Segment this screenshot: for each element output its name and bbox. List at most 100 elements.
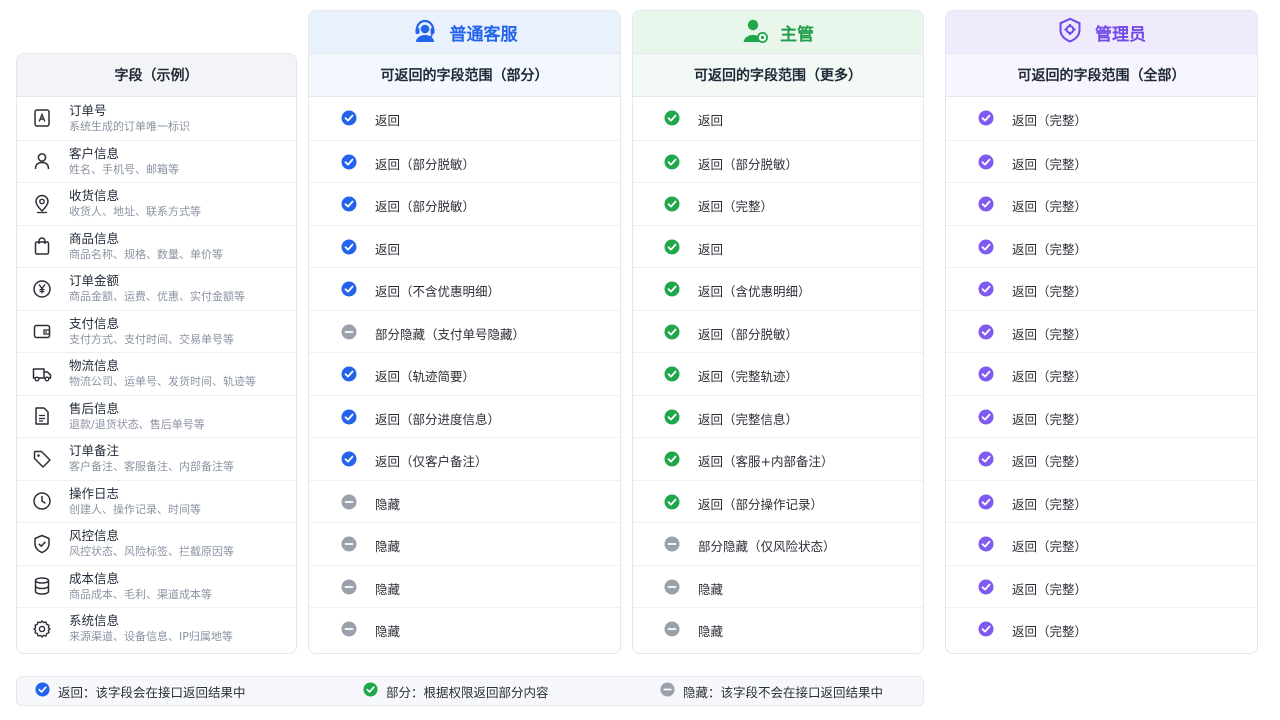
- permission-text: 返回（含优惠明细）: [698, 284, 811, 300]
- field-description: 收货人、地址、联系方式等: [69, 205, 201, 219]
- minus-circle-icon: [341, 579, 357, 595]
- wallet-icon: [31, 320, 53, 342]
- permission-row: 返回（完整）: [946, 479, 1257, 523]
- role-subtitle: 可返回的字段范围（部分）: [309, 54, 620, 97]
- permission-row: 隐藏: [633, 564, 923, 608]
- check-circle-icon: [978, 494, 994, 510]
- minus-circle-icon: [341, 494, 357, 510]
- minus-circle-icon: [341, 621, 357, 637]
- field-description: 创建人、操作记录、时间等: [69, 502, 201, 516]
- permission-row: 返回（完整）: [946, 182, 1257, 225]
- field-row: 商品信息 商品名称、规格、数量、单价等: [17, 224, 296, 268]
- minus-circle-icon: [341, 324, 357, 340]
- permission-text: 隐藏: [375, 581, 401, 597]
- check-circle-icon: [664, 154, 680, 170]
- permission-row: 返回（仅客户备注）: [309, 437, 620, 480]
- permission-row: 返回（完整）: [633, 182, 923, 225]
- permission-text: 返回（部分脱敏）: [698, 326, 799, 342]
- check-circle-icon: [978, 366, 994, 382]
- permission-text: 返回: [375, 113, 401, 129]
- supervisor-icon: [742, 17, 768, 47]
- permission-row: 返回（不含优惠明细）: [309, 267, 620, 310]
- blue-check-icon: [35, 682, 50, 700]
- field-description: 商品名称、规格、数量、单价等: [69, 247, 223, 261]
- permission-row: 隐藏: [309, 479, 620, 523]
- field-name: 订单备注: [69, 443, 120, 459]
- role-panel-supervisor: 主管 可返回的字段范围（更多） 返回 返回（部分脱敏） 返回（完整） 返回 返回（含优惠…: [632, 10, 924, 654]
- check-circle-icon: [341, 281, 357, 297]
- permission-text: 返回（部分进度信息）: [375, 411, 501, 427]
- permission-text: 返回（轨迹简要）: [375, 369, 476, 385]
- permission-text: 返回: [698, 113, 724, 129]
- minus-circle-icon: [341, 536, 357, 552]
- field-text: 支付信息 支付方式、支付时间、交易单号等: [69, 316, 234, 347]
- field-row: 物流信息 物流公司、运单号、发货时间、轨迹等: [17, 352, 296, 395]
- permission-row: 返回（部分脱敏）: [633, 139, 923, 183]
- permission-text: 返回（完整）: [1012, 369, 1088, 385]
- permission-row: 部分隐藏（支付单号隐藏）: [309, 309, 620, 353]
- check-circle-icon: [664, 196, 680, 212]
- permission-row: 返回（含优惠明细）: [633, 267, 923, 310]
- field-text: 订单金额 商品金额、运费、优惠、实付金额等: [69, 273, 245, 304]
- field-description: 退款/退货状态、售后单号等: [69, 417, 205, 431]
- gear-icon: [31, 618, 53, 640]
- role-header: 普通客服: [309, 11, 620, 54]
- permission-text: 隐藏: [375, 496, 401, 512]
- role-title: 普通客服: [449, 24, 518, 45]
- legend: 返回：该字段会在接口返回结果中 部分：根据权限返回部分内容 隐藏：该字段不会在接…: [16, 676, 924, 706]
- permission-row: 返回（完整信息）: [633, 394, 923, 438]
- permission-text: 返回: [698, 241, 724, 257]
- role-panel-admin: 管理员 可返回的字段范围（全部） 返回（完整） 返回（完整） 返回（完整） 返回（完整…: [945, 10, 1258, 654]
- check-circle-icon: [664, 281, 680, 297]
- check-circle-icon: [341, 154, 357, 170]
- permission-row: 返回（部分进度信息）: [309, 394, 620, 438]
- check-circle-icon: [978, 536, 994, 552]
- permission-text: 返回（完整）: [1012, 241, 1088, 257]
- check-circle-icon: [978, 281, 994, 297]
- permission-text: 返回（部分操作记录）: [698, 496, 824, 512]
- field-row: 风控信息 风控状态、风险标签、拦截原因等: [17, 522, 296, 565]
- field-description: 物流公司、运单号、发货时间、轨迹等: [69, 375, 256, 389]
- role-panel-customer-service: 普通客服 可返回的字段范围（部分） 返回 返回（部分脱敏） 返回（部分脱敏） 返回 返回…: [308, 10, 621, 654]
- permission-row: 返回: [309, 224, 620, 268]
- legend-item-returned: 返回：该字段会在接口返回结果中: [35, 677, 246, 705]
- field-name: 系统信息: [69, 613, 120, 629]
- headset-agent-icon: [412, 17, 438, 47]
- field-name: 订单号: [69, 102, 107, 118]
- permission-row: 隐藏: [633, 607, 923, 650]
- check-circle-icon: [664, 366, 680, 382]
- field-row: 订单号 系统生成的订单唯一标识: [17, 97, 296, 140]
- permission-text: 返回（仅客户备注）: [375, 454, 488, 470]
- permission-row: 返回（客服+内部备注）: [633, 437, 923, 480]
- order-id-icon: [31, 107, 53, 129]
- role-header: 主管: [633, 11, 923, 54]
- minus-circle-icon: [664, 579, 680, 595]
- tag-icon: [31, 448, 53, 470]
- permission-row: 返回（部分操作记录）: [633, 479, 923, 523]
- check-circle-icon: [978, 324, 994, 340]
- permission-text: 返回（客服+内部备注）: [698, 454, 834, 470]
- permission-text: 返回（部分脱敏）: [375, 156, 476, 172]
- permission-text: 返回（完整）: [1012, 581, 1088, 597]
- permission-text: 返回（部分脱敏）: [698, 156, 799, 172]
- check-circle-icon: [341, 196, 357, 212]
- field-table: 字段（示例） 订单号 系统生成的订单唯一标识 客户信息 姓名、手机号、邮箱等 收货信息收…: [16, 53, 297, 654]
- permission-row: 返回（完整）: [946, 607, 1257, 650]
- permission-row: 返回: [633, 97, 923, 140]
- field-text: 售后信息 退款/退货状态、售后单号等: [69, 401, 205, 432]
- permission-text: 隐藏: [375, 539, 401, 555]
- green-check-icon: [363, 682, 378, 700]
- field-row: 订单金额 商品金额、运费、优惠、实付金额等: [17, 267, 296, 310]
- field-text: 订单备注 客户备注、客服备注、内部备注等: [69, 443, 234, 474]
- check-circle-icon: [978, 196, 994, 212]
- check-circle-icon: [341, 409, 357, 425]
- check-circle-icon: [664, 409, 680, 425]
- shopping-bag-icon: [31, 235, 53, 257]
- permission-row: 返回（完整）: [946, 564, 1257, 608]
- role-subtitle: 可返回的字段范围（全部）: [946, 54, 1257, 97]
- field-description: 客户备注、客服备注、内部备注等: [69, 460, 234, 474]
- permission-row: 返回（完整）: [946, 352, 1257, 395]
- field-row: 系统信息 来源渠道、设备信息、IP归属地等: [17, 607, 296, 650]
- permission-text: 返回（完整）: [1012, 284, 1088, 300]
- field-text: 操作日志 创建人、操作记录、时间等: [69, 486, 201, 517]
